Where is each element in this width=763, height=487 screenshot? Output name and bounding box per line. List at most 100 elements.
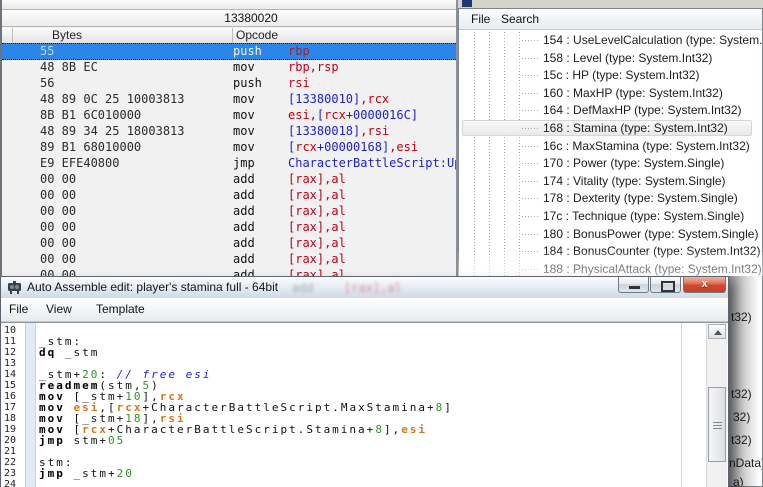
scrollbar-thumb[interactable] bbox=[708, 387, 726, 462]
disasm-operands: [rax],al bbox=[288, 219, 346, 235]
tree-item[interactable]: 160 : MaxHP (type: System.Int32) bbox=[459, 85, 762, 102]
tree-item[interactable]: 164 : DefMaxHP (type: System.Int32) bbox=[459, 102, 762, 119]
operand: [rax],al bbox=[288, 252, 346, 266]
disasm-row[interactable]: 48 89 0C 25 10003813mov[13380010],rcx bbox=[2, 91, 456, 107]
menu-template[interactable]: Template bbox=[96, 298, 145, 321]
line-number: 14 bbox=[4, 369, 16, 380]
operand: rbp bbox=[288, 44, 310, 58]
operand: esi, bbox=[288, 108, 317, 122]
line-number: 17 bbox=[4, 402, 16, 413]
tree-item-label: 178 : Dexterity (type: System.Single) bbox=[543, 190, 738, 207]
window-drop-shadow bbox=[729, 276, 763, 487]
vertical-scrollbar[interactable] bbox=[706, 323, 727, 487]
tree-item-label: 158 : Level (type: System.Int32) bbox=[543, 50, 712, 67]
scroll-up-arrow[interactable] bbox=[708, 324, 726, 339]
disasm-bytes: 00 00 bbox=[40, 235, 76, 251]
disasm-row[interactable]: 8B B1 6C010000 mov esi,[rcx+0000016C] bbox=[2, 107, 456, 123]
tree-item[interactable]: 16c : MaxStamina (type: System.Int32) bbox=[459, 138, 762, 155]
tree-item[interactable]: 180 : BonusPower (type: System.Single) bbox=[459, 226, 762, 243]
disasm-bytes: 00 00 bbox=[40, 203, 76, 219]
disasm-operands: [rax],al bbox=[288, 203, 346, 219]
disasm-bytes: 00 00 bbox=[40, 251, 76, 267]
disasm-mnemonic: add bbox=[233, 219, 255, 235]
disasm-row[interactable]: 55pushrbp bbox=[2, 43, 456, 60]
disasm-row[interactable]: 00 00add[rax],al bbox=[2, 187, 456, 203]
tree-item[interactable]: 154 : UseLevelCalculation (type: System.… bbox=[459, 32, 762, 49]
menu-search[interactable]: Search bbox=[501, 9, 539, 29]
tree-item[interactable]: 168 : Stamina (type: System.Int32) bbox=[459, 120, 762, 137]
line-number: 20 bbox=[4, 435, 16, 446]
line-number: 18 bbox=[4, 413, 16, 424]
disasm-bytes: 89 B1 68010000 bbox=[40, 139, 141, 155]
tree-item-label: 168 : Stamina (type: System.Int32) bbox=[543, 120, 728, 137]
code-text[interactable]: jmp _stm+20 bbox=[39, 468, 134, 479]
disasm-operands: esi,[rcx+0000016C] bbox=[288, 107, 418, 123]
code-line: 11_stm: bbox=[1, 336, 728, 347]
disasm-bytes: 8B B1 6C010000 bbox=[40, 107, 141, 123]
line-number: 13 bbox=[4, 358, 16, 369]
line-number: 24 bbox=[4, 479, 16, 487]
tree-connector bbox=[522, 216, 540, 217]
disasm-operands: CharacterBattleScript:Upd bbox=[288, 155, 456, 171]
minimize-button[interactable] bbox=[618, 277, 649, 293]
tree-item[interactable]: 170 : Power (type: System.Single) bbox=[459, 155, 762, 172]
line-number: 11 bbox=[4, 336, 16, 347]
disasm-mnemonic: mov bbox=[233, 107, 255, 123]
disasm-mnemonic: mov bbox=[233, 139, 255, 155]
disasm-bytes: 48 89 34 25 18003813 bbox=[40, 123, 185, 139]
tree-item[interactable]: 158 : Level (type: System.Int32) bbox=[459, 50, 762, 67]
disasm-operands: [13380018],rsi bbox=[288, 123, 389, 139]
tree-item-label: 164 : DefMaxHP (type: System.Int32) bbox=[543, 102, 742, 119]
disasm-mnemonic: mov bbox=[233, 91, 255, 107]
disasm-row[interactable]: E9 EFE40800jmpCharacterBattleScript:Upd bbox=[2, 155, 456, 171]
operand: rbp,rsp bbox=[288, 60, 339, 74]
operand: rcx bbox=[295, 140, 317, 154]
screen: 13380020 Bytes Opcode 55pushrbp48 8B ECm… bbox=[0, 0, 763, 487]
maximize-button[interactable] bbox=[650, 277, 681, 293]
menu-view[interactable]: View bbox=[46, 298, 72, 321]
menu-file[interactable]: File bbox=[9, 298, 28, 321]
disasm-row[interactable]: 00 00add[rax],al bbox=[2, 251, 456, 267]
menu-file[interactable]: File bbox=[471, 9, 490, 29]
disasm-mnemonic: mov bbox=[233, 123, 255, 139]
operand: [rax],al bbox=[288, 236, 346, 250]
disasm-operands: [rax],al bbox=[288, 235, 346, 251]
disasm-row[interactable]: 00 00add[rax],al bbox=[2, 171, 456, 187]
disasm-operands: rbp bbox=[288, 44, 310, 59]
disasm-row[interactable]: 48 8B ECmovrbp,rsp bbox=[2, 59, 456, 75]
line-number: 19 bbox=[4, 424, 16, 435]
code-text[interactable]: jmp stm+05 bbox=[39, 435, 125, 446]
disasm-bytes: 48 89 0C 25 10003813 bbox=[40, 91, 185, 107]
tree-item[interactable]: 178 : Dexterity (type: System.Single) bbox=[459, 190, 762, 207]
tree-item[interactable]: 174 : Vitality (type: System.Single) bbox=[459, 173, 762, 190]
code-text[interactable]: dq _stm bbox=[39, 347, 99, 358]
cheat-engine-icon bbox=[7, 281, 22, 294]
disasm-row[interactable]: 00 00add[rax],al bbox=[2, 203, 456, 219]
disasm-bytes: 00 00 bbox=[40, 187, 76, 203]
tree-connector bbox=[522, 110, 540, 111]
operand: CharacterBattleScript:Upd bbox=[288, 156, 456, 170]
tree-item-label: 160 : MaxHP (type: System.Int32) bbox=[543, 85, 723, 102]
titlebar[interactable]: Auto Assemble edit: player's stamina ful… bbox=[1, 277, 728, 299]
disasm-operands: rsi bbox=[288, 75, 310, 91]
code-line: 10 bbox=[1, 325, 728, 336]
close-button[interactable]: x bbox=[683, 277, 726, 293]
disasm-row[interactable]: 89 B1 68010000mov[rcx+00000168],esi bbox=[2, 139, 456, 155]
tree-item[interactable]: 17c : Technique (type: System.Single) bbox=[459, 208, 762, 225]
operand: ,rcx bbox=[360, 92, 389, 106]
window-top-glow bbox=[458, 252, 763, 276]
tree-item[interactable]: 15c : HP (type: System.Int32) bbox=[459, 67, 762, 84]
window-title: Auto Assemble edit: player's stamina ful… bbox=[27, 277, 278, 298]
thumb-grip bbox=[713, 422, 722, 423]
ghost-text: [rax],al bbox=[344, 280, 402, 296]
line-number: 15 bbox=[4, 380, 16, 391]
disasm-row[interactable]: 00 00add[rax],al bbox=[2, 235, 456, 251]
disasm-row[interactable]: 48 89 34 25 18003813 mov [13380018],rsi bbox=[2, 123, 456, 139]
disasm-row[interactable]: 00 00add[rax],al bbox=[2, 219, 456, 235]
tree-connector bbox=[522, 40, 540, 41]
operand: ,esi bbox=[389, 140, 418, 154]
operand: [13380018] bbox=[288, 124, 360, 138]
disasm-row[interactable]: 56pushrsi bbox=[2, 75, 456, 91]
tree-connector bbox=[522, 128, 540, 129]
script-editor[interactable]: 1011_stm:12dq _stm1314_stm+20: // free e… bbox=[1, 322, 728, 487]
